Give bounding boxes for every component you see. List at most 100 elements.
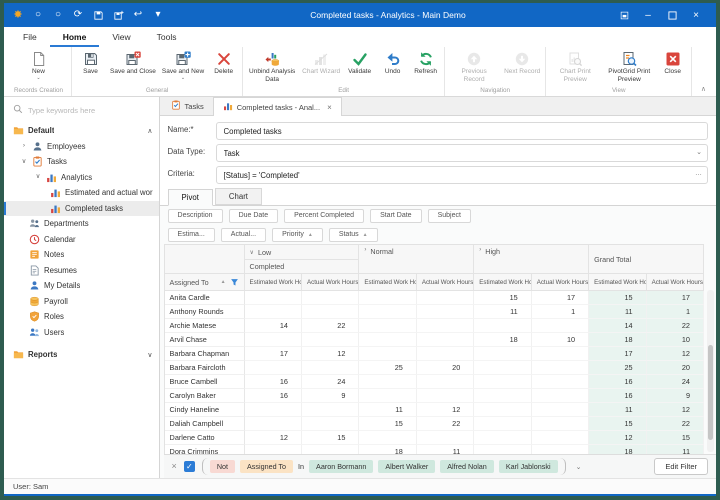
pivot-cell[interactable]: 12 (647, 403, 704, 417)
row-header[interactable]: Daliah Campbell (165, 417, 245, 431)
save-and-close-button[interactable]: Save and Close (107, 48, 159, 76)
chevron-down-icon[interactable]: ∨ (34, 174, 42, 181)
pivot-cell[interactable] (302, 291, 359, 305)
name-field[interactable] (216, 122, 708, 140)
pivot-cell[interactable]: 15 (474, 291, 531, 305)
pivot-field-start-date[interactable]: Start Date (370, 209, 422, 223)
pivot-cell[interactable] (532, 361, 589, 375)
sidebar-item-payroll[interactable]: Payroll (4, 294, 159, 310)
pivot-field-due-date[interactable]: Due Date (229, 209, 279, 223)
ribbon-collapse-chevron[interactable]: ∧ (701, 85, 706, 93)
pivot-cell[interactable] (302, 445, 359, 454)
pivot-cell[interactable]: 16 (589, 389, 646, 403)
sidebar-item-tasks[interactable]: ∨Tasks (4, 154, 159, 170)
row-header[interactable]: Dora Crimmins (165, 445, 245, 454)
scrollbar-thumb[interactable] (708, 345, 713, 440)
maximize-button[interactable] (660, 5, 684, 25)
pivot-cell[interactable]: 22 (647, 319, 704, 333)
pivot-cell[interactable] (474, 375, 531, 389)
sidebar-item-my-details[interactable]: My Details (4, 278, 159, 294)
ribbon-tab-home[interactable]: Home (50, 29, 100, 47)
pivot-cell[interactable]: 17 (532, 291, 589, 305)
pivot-cell[interactable]: 20 (417, 361, 474, 375)
pivot-cell[interactable]: 22 (417, 417, 474, 431)
pivot-cell[interactable] (359, 431, 416, 445)
sidebar-item-roles[interactable]: Roles (4, 309, 159, 325)
filter-value-token[interactable]: Karl Jablonski (499, 460, 558, 473)
nav-circle-forward-icon[interactable]: ○ (52, 9, 64, 21)
chevron-down-icon[interactable]: ⌄ (576, 463, 582, 471)
delete-button[interactable]: Delete (207, 48, 240, 76)
pivot-cell[interactable]: 12 (589, 431, 646, 445)
pivot-cell[interactable] (532, 445, 589, 454)
sidebar-item-calendar[interactable]: Calendar (4, 232, 159, 248)
pivot-cell[interactable]: 11 (359, 403, 416, 417)
pivot-cell[interactable] (532, 319, 589, 333)
pivot-cell[interactable] (417, 319, 474, 333)
pivot-cell[interactable]: 12 (245, 431, 302, 445)
pivot-cell[interactable]: 22 (302, 319, 359, 333)
expand-icon[interactable]: › (479, 247, 481, 253)
ribbon-tab-view[interactable]: View (99, 29, 143, 47)
pivot-cell[interactable]: 17 (647, 291, 704, 305)
pivot-cell[interactable]: 11 (647, 445, 704, 454)
document-tab-completed-tasks-anal-[interactable]: Completed tasks - Anal...× (213, 97, 342, 116)
pivot-cell[interactable] (302, 417, 359, 431)
pivot-cell[interactable] (302, 305, 359, 319)
pivot-field-actual-[interactable]: Actual... (221, 228, 266, 242)
pivot-field-description[interactable]: Description (168, 209, 223, 223)
row-header[interactable]: Barbara Faircloth (165, 361, 245, 375)
pivot-cell[interactable]: 15 (647, 431, 704, 445)
data-type-field[interactable] (216, 144, 708, 162)
unbind-analysis-data-button[interactable]: Unbind Analysis Data (245, 48, 299, 83)
sidebar-item-notes[interactable]: Notes (4, 247, 159, 263)
sidebar-item-departments[interactable]: Departments (4, 216, 159, 232)
pivot-cell[interactable]: 14 (245, 319, 302, 333)
expand-icon[interactable]: › (364, 247, 366, 253)
filter-value-token[interactable]: Aaron Bormann (309, 460, 373, 473)
row-header[interactable]: Anthony Rounds (165, 305, 245, 319)
expand-icon[interactable]: ∨ (147, 351, 152, 359)
pivot-cell[interactable]: 16 (589, 375, 646, 389)
pivot-cell[interactable] (245, 291, 302, 305)
pivot-cell[interactable] (302, 333, 359, 347)
pivot-cell[interactable] (532, 403, 589, 417)
pivot-cell[interactable] (474, 389, 531, 403)
pivot-field-estima-[interactable]: Estima... (168, 228, 215, 242)
chevron-down-icon[interactable]: ⌄ (696, 143, 702, 161)
pivot-cell[interactable]: 17 (589, 347, 646, 361)
row-header[interactable]: Arvil Chase (165, 333, 245, 347)
filter-funnel-icon[interactable] (230, 278, 239, 287)
pivot-cell[interactable]: 1 (532, 305, 589, 319)
row-header[interactable]: Bruce Cambell (165, 375, 245, 389)
pivot-cell[interactable]: 12 (302, 347, 359, 361)
pivot-cell[interactable] (302, 403, 359, 417)
row-header[interactable]: Carolyn Baker (165, 389, 245, 403)
pivot-cell[interactable]: 25 (359, 361, 416, 375)
pivot-cell[interactable] (302, 361, 359, 375)
docking-hint-icon[interactable] (612, 5, 636, 25)
search-input[interactable] (28, 106, 150, 115)
pivot-cell[interactable]: 10 (647, 333, 704, 347)
ribbon-tab-file[interactable]: File (10, 29, 50, 47)
save-button[interactable]: Save (74, 48, 107, 76)
criteria-field[interactable] (216, 166, 708, 184)
pivot-cell[interactable] (532, 347, 589, 361)
edit-filter-button[interactable]: Edit Filter (654, 458, 708, 475)
chevron-right-icon[interactable]: › (20, 143, 28, 150)
refresh-button[interactable]: Refresh (409, 48, 442, 76)
sidebar-item-resumes[interactable]: Resumes (4, 263, 159, 279)
pivot-field-percent-completed[interactable]: Percent Completed (284, 209, 364, 223)
pivot-cell[interactable] (417, 347, 474, 361)
view-tab-chart[interactable]: Chart (215, 188, 262, 205)
pivot-cell[interactable] (417, 305, 474, 319)
pivot-cell[interactable]: 12 (647, 347, 704, 361)
pivot-cell[interactable] (359, 375, 416, 389)
pivot-cell[interactable]: 18 (359, 445, 416, 454)
pivot-cell[interactable] (245, 403, 302, 417)
filter-value-token[interactable]: Albert Walker (378, 460, 435, 473)
pivotgrid-print-preview-button[interactable]: PivotGrid Print Preview (602, 48, 656, 83)
qat-save-new-icon[interactable] (112, 9, 124, 21)
pivot-cell[interactable]: 18 (589, 333, 646, 347)
pivot-cell[interactable] (417, 375, 474, 389)
